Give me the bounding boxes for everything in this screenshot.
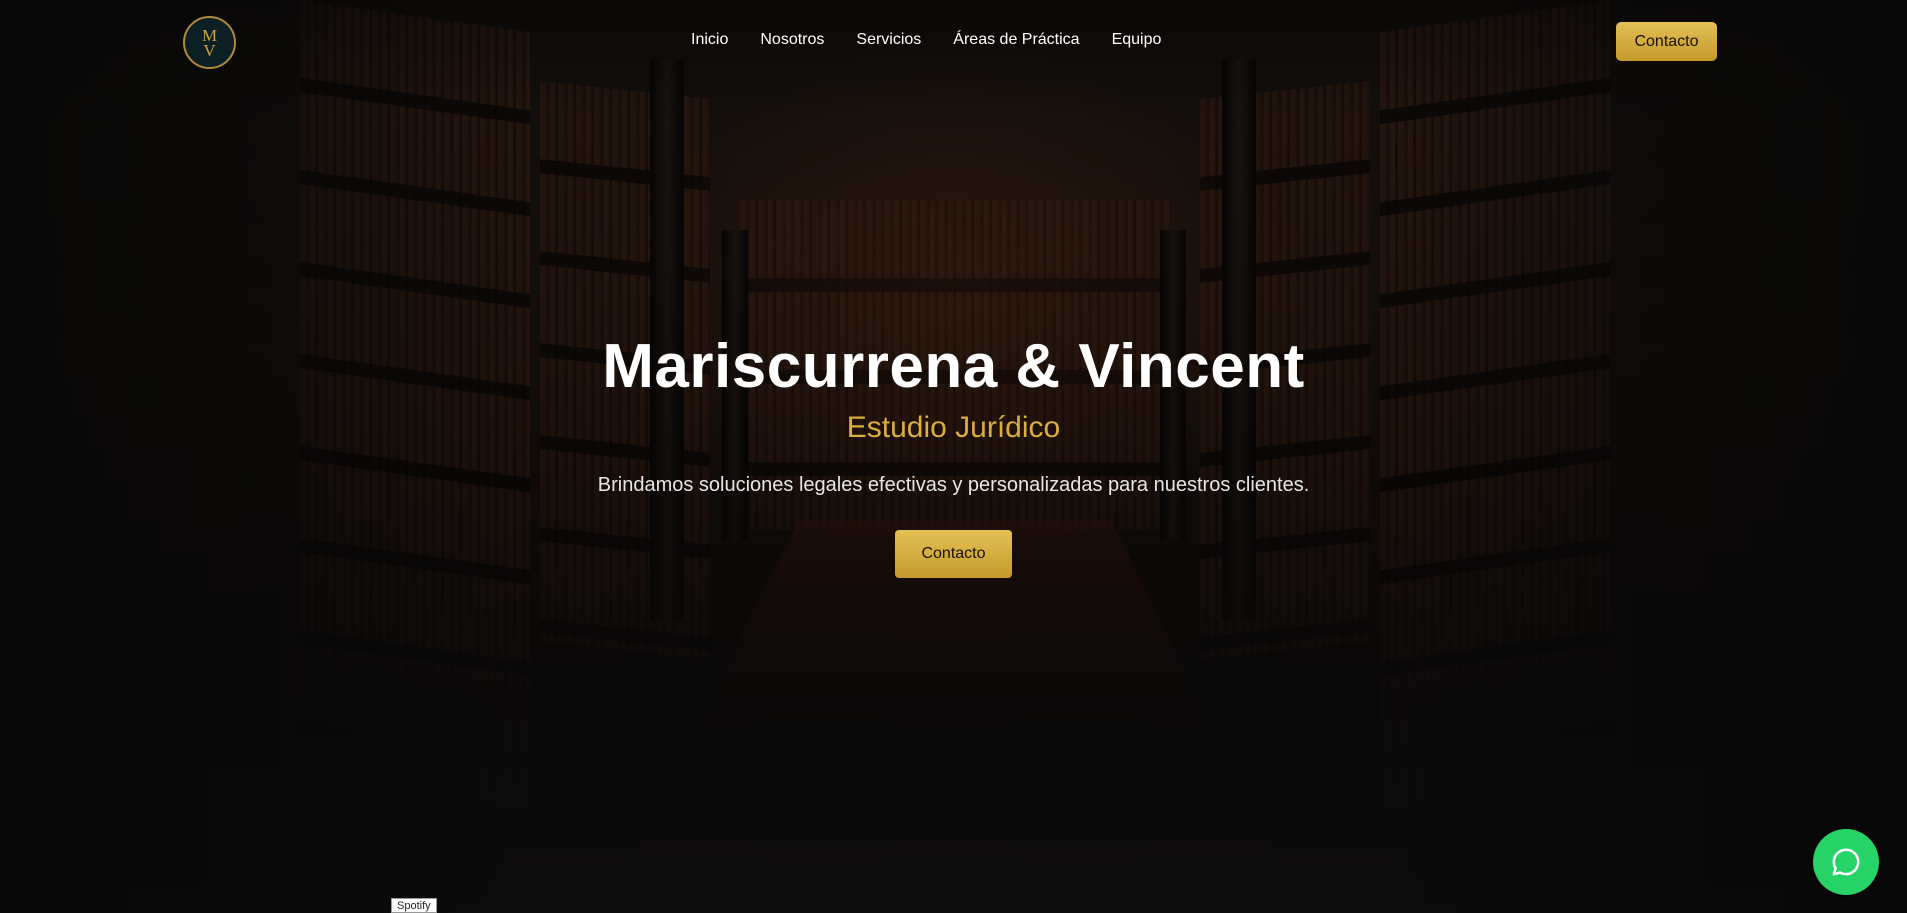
hero-title: Mariscurrena & Vincent bbox=[602, 332, 1305, 401]
logo-letter-v: V bbox=[203, 40, 216, 60]
spotify-label[interactable]: Spotify bbox=[391, 898, 437, 913]
navbar: M V Inicio Nosotros Servicios Áreas de P… bbox=[0, 0, 1907, 84]
logo[interactable]: M V bbox=[183, 16, 236, 69]
whatsapp-button[interactable] bbox=[1813, 829, 1879, 895]
nav-link-servicios[interactable]: Servicios bbox=[856, 31, 921, 49]
nav-links: Inicio Nosotros Servicios Áreas de Práct… bbox=[691, 31, 1161, 49]
nav-link-equipo[interactable]: Equipo bbox=[1112, 31, 1162, 49]
nav-link-inicio[interactable]: Inicio bbox=[691, 31, 728, 49]
nav-link-nosotros[interactable]: Nosotros bbox=[760, 31, 824, 49]
whatsapp-icon bbox=[1832, 848, 1860, 876]
nav-contact-button[interactable]: Contacto bbox=[1616, 22, 1717, 61]
hero-contact-button[interactable]: Contacto bbox=[895, 530, 1012, 578]
hero-subtitle: Estudio Jurídico bbox=[846, 411, 1061, 444]
hero-content: Mariscurrena & Vincent Estudio Jurídico … bbox=[0, 330, 1907, 578]
hero-description: Brindamos soluciones legales efectivas y… bbox=[597, 474, 1310, 496]
nav-link-areas-de-practica[interactable]: Áreas de Práctica bbox=[953, 31, 1079, 49]
